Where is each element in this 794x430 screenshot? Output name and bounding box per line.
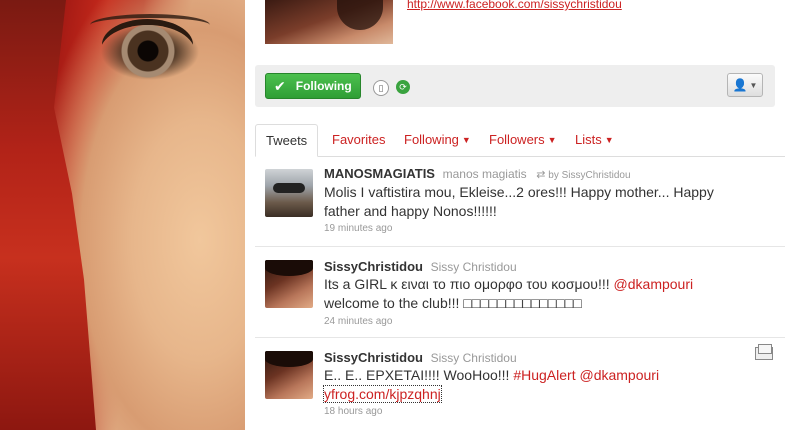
profile-photo[interactable]	[265, 0, 393, 44]
tweet-item[interactable]: SissyChristidou Sissy Christidou Ε.. Ε..…	[255, 339, 785, 430]
tweet-text: Molis I vaftistira mou, Ekleise...2 ores…	[324, 184, 714, 219]
tweet-screen-name[interactable]: SissyChristidou	[324, 350, 423, 365]
tweet-screen-name[interactable]: MANOSMAGIATIS	[324, 166, 435, 181]
avatar[interactable]	[265, 169, 313, 217]
avatar[interactable]	[265, 351, 313, 399]
chevron-down-icon: ▼	[604, 135, 614, 145]
tweet-timestamp[interactable]: 19 minutes ago	[324, 223, 392, 234]
user-icon: 👤	[732, 78, 748, 92]
tab-following[interactable]: Following ▼	[404, 124, 471, 155]
tweet-item[interactable]: MANOSMAGIATIS manos magiatis ⇄ by SissyC…	[255, 157, 785, 247]
device-notifications-icon[interactable]: ▯	[373, 80, 389, 96]
mention-link[interactable]: @dkampouri	[614, 276, 694, 292]
tweet-full-name: Sissy Christidou	[430, 351, 517, 365]
retweet-icon: ⇄	[536, 169, 546, 181]
chevron-down-icon: ▼	[749, 80, 758, 90]
profile-action-bar: ✔ Following ▯ ⟳ 👤 ▼	[255, 65, 775, 107]
media-icon[interactable]	[755, 344, 773, 360]
following-button[interactable]: ✔ Following	[265, 73, 361, 99]
profile-main-panel: http://www.facebook.com/sissychristidou …	[245, 0, 794, 430]
tab-favorites[interactable]: Favorites	[332, 124, 385, 155]
background-eye	[100, 25, 195, 80]
retweeted-by[interactable]: by SissyChristidou	[548, 170, 630, 181]
mention-link[interactable]: @dkampouri	[579, 367, 659, 383]
yfrog-link[interactable]: yfrog.com/kjpzqhnj	[323, 385, 442, 403]
checkmark-icon: ✔	[274, 77, 286, 94]
profile-tabs: Tweets Favorites Following ▼ Followers ▼ L…	[255, 124, 785, 157]
hashtag-link[interactable]: #HugAlert	[513, 367, 575, 383]
user-actions-dropdown[interactable]: 👤 ▼	[727, 73, 763, 97]
profile-background-image	[0, 0, 245, 430]
tweet-item[interactable]: SissyChristidou Sissy Christidou Its a G…	[255, 248, 785, 338]
retweet-toggle-icon[interactable]: ⟳	[396, 80, 410, 94]
chevron-down-icon: ▼	[461, 135, 471, 145]
following-button-label: Following	[295, 79, 352, 93]
profile-website-link[interactable]: http://www.facebook.com/sissychristidou	[407, 0, 622, 11]
tweet-timestamp[interactable]: 18 hours ago	[324, 406, 382, 417]
tweet-full-name: Sissy Christidou	[430, 260, 517, 274]
avatar[interactable]	[265, 260, 313, 308]
tab-lists[interactable]: Lists ▼	[575, 124, 614, 155]
tab-followers[interactable]: Followers ▼	[489, 124, 557, 155]
background-hair	[0, 0, 96, 430]
tweet-text: Ε.. Ε.. ΕΡΧΕΤΑΙ!!!! WooHoo!!! #HugAlert …	[323, 367, 660, 403]
tab-tweets[interactable]: Tweets	[255, 124, 319, 157]
tweet-text: Its a GIRL κ ειναι το πιο ομορφο του κοσ…	[324, 276, 694, 311]
tweet-full-name: manos magiatis	[442, 167, 527, 181]
tweet-screen-name[interactable]: SissyChristidou	[324, 259, 423, 274]
chevron-down-icon: ▼	[547, 135, 557, 145]
tweet-timestamp[interactable]: 24 minutes ago	[324, 316, 392, 327]
